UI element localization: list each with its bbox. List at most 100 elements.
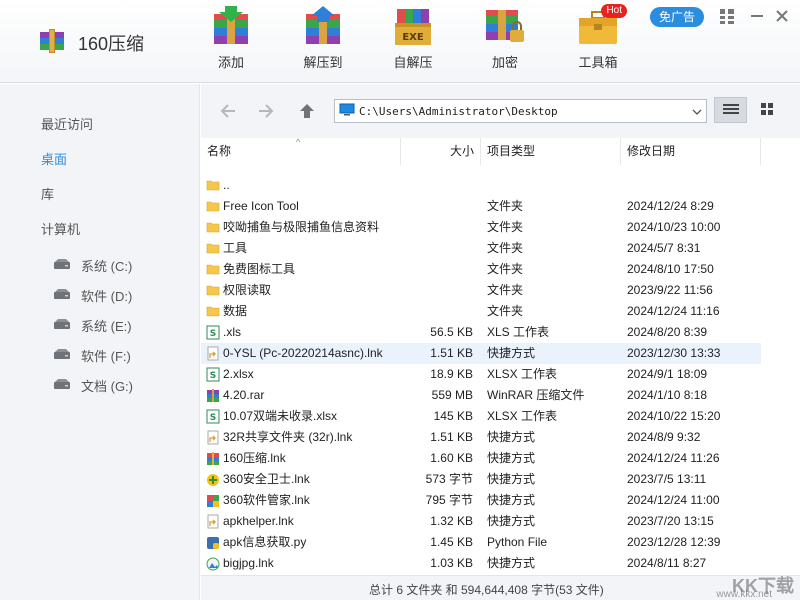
grid-view-button[interactable] [750, 97, 783, 123]
add-button[interactable]: 添加 [196, 6, 266, 71]
svg-text:S: S [210, 371, 216, 381]
drive-g[interactable]: 文档 (G:) [53, 376, 133, 395]
table-row[interactable]: 免费图标工具 文件夹 2024/8/10 17:50 [201, 259, 761, 280]
self-extract-exe-icon: EXE [378, 6, 448, 46]
file-date: 2024/8/11 8:27 [627, 556, 707, 570]
file-size: 573 字节 [425, 472, 473, 486]
file-date: 2023/7/5 13:11 [627, 472, 707, 486]
encrypt-button[interactable]: 加密 [470, 6, 540, 71]
file-date: 2024/12/24 11:26 [627, 451, 720, 465]
table-row[interactable]: apkhelper.lnk 1.32 KB 快捷方式 2023/7/20 13:15 [201, 511, 761, 532]
sidebar-item-desktop[interactable]: 桌面 [41, 149, 67, 168]
table-row[interactable]: 360软件管家.lnk 795 字节 快捷方式 2024/12/24 11:00 [201, 490, 761, 511]
file-type: Python File [487, 535, 548, 549]
table-row[interactable]: 权限读取 文件夹 2023/9/22 11:56 [201, 280, 761, 301]
drive-e[interactable]: 系统 (E:) [53, 316, 132, 335]
column-header-name[interactable]: 名称 ^ [201, 138, 401, 165]
extract-to-icon [288, 6, 358, 46]
file-date: 2024/5/7 8:31 [627, 241, 701, 255]
list-view-button[interactable] [714, 97, 747, 123]
app-title: 160压缩 [78, 33, 145, 54]
minimize-icon[interactable] [747, 6, 767, 26]
file-size: 1.45 KB [430, 535, 473, 549]
sidebar-item-computer[interactable]: 计算机 [41, 219, 80, 238]
drive-c[interactable]: 系统 (C:) [53, 256, 132, 275]
file-type: XLSX 工作表 [487, 367, 558, 381]
file-date: 2024/1/10 8:18 [627, 388, 708, 402]
table-row[interactable]: 0-YSL (Pc-20220214asnc).lnk 1.51 KB 快捷方式 20… [201, 343, 761, 364]
folder-icon [206, 262, 220, 277]
remove-ads-button[interactable]: 免广告 [650, 7, 704, 27]
file-type: 文件夹 [487, 241, 524, 255]
vertical-scrollbar[interactable] [761, 138, 800, 575]
hard-drive-icon [53, 318, 71, 333]
self-extract-button[interactable]: EXE 自解压 [378, 6, 448, 71]
table-row[interactable]: 360安全卫士.lnk 573 字节 快捷方式 2023/7/5 13:11 [201, 469, 761, 490]
software-manager-icon [206, 493, 220, 508]
file-date: 2024/10/23 10:00 [627, 220, 721, 234]
file-name: bigjpg.lnk [223, 556, 274, 570]
app-logo-icon [38, 28, 66, 57]
column-header-date[interactable]: 修改日期 [621, 138, 761, 165]
file-size: 18.9 KB [430, 367, 473, 381]
file-name: Free Icon Tool [223, 199, 299, 213]
table-row[interactable]: 数据 文件夹 2024/12/24 11:16 [201, 301, 761, 322]
file-name: 4.20.rar [223, 388, 265, 402]
chevron-down-icon[interactable] [688, 104, 706, 118]
file-date: 2024/8/20 8:39 [627, 325, 708, 339]
spreadsheet-icon: S [206, 409, 220, 424]
table-row[interactable]: apk信息获取.py 1.45 KB Python File 2023/12/28 1… [201, 532, 761, 553]
menu-grid-icon[interactable] [717, 6, 737, 26]
shortcut-icon [206, 514, 220, 529]
app-160-icon [206, 451, 220, 466]
folder-icon [206, 199, 220, 214]
drive-label: 软件 (F:) [81, 349, 131, 364]
table-row[interactable]: S 2.xlsx 18.9 KB XLSX 工作表 2024/9/1 18:09 [201, 364, 761, 385]
file-name: 360安全卫士.lnk [223, 472, 310, 486]
file-type: XLS 工作表 [487, 325, 550, 339]
file-name: 32R共享文件夹 (32r).lnk [223, 430, 353, 444]
table-row[interactable]: Free Icon Tool 文件夹 2024/12/24 8:29 [201, 196, 761, 217]
file-type: 文件夹 [487, 283, 524, 297]
close-icon[interactable] [772, 6, 792, 26]
toolbox-button[interactable]: Hot 工具箱 [563, 4, 633, 71]
table-row[interactable]: S .xls 56.5 KB XLS 工作表 2024/8/20 8:39 [201, 322, 761, 343]
table-row[interactable]: 32R共享文件夹 (32r).lnk 1.51 KB 快捷方式 2024/8/9 9:… [201, 427, 761, 448]
table-row[interactable]: 4.20.rar 559 MB WinRAR 压缩文件 2024/1/10 8:18 [201, 385, 761, 406]
file-type: 文件夹 [487, 304, 524, 318]
file-name: 360软件管家.lnk [223, 493, 310, 507]
address-bar[interactable]: C:\Users\Administrator\Desktop [334, 99, 707, 123]
file-name: apk信息获取.py [223, 535, 307, 549]
file-date: 2023/12/28 12:39 [627, 535, 721, 549]
grid-view-icon [760, 102, 773, 118]
encrypt-label: 加密 [491, 55, 518, 70]
address-path[interactable]: C:\Users\Administrator\Desktop [359, 105, 688, 118]
file-name: 2.xlsx [223, 367, 254, 381]
column-header-size[interactable]: 大小 [401, 138, 481, 165]
file-type: 快捷方式 [487, 430, 536, 444]
up-level-icon[interactable] [298, 102, 316, 120]
top-toolbar: 160压缩 添加 解压到 EXE 自解压 加密 Hot 工具箱 免广告 [0, 0, 800, 83]
table-row[interactable]: 工具 文件夹 2024/5/7 8:31 [201, 238, 761, 259]
file-name: 数据 [223, 304, 248, 318]
column-header-type[interactable]: 项目类型 [481, 138, 621, 165]
table-row[interactable]: S 10.07双端未收录.xlsx 145 KB XLSX 工作表 2024/10/22… [201, 406, 761, 427]
sidebar-item-recent[interactable]: 最近访问 [41, 114, 93, 133]
table-row[interactable]: 咬呦捕鱼与极限捕鱼信息资料 文件夹 2024/10/23 10:00 [201, 217, 761, 238]
back-arrow-icon[interactable] [219, 102, 237, 120]
sidebar-item-library[interactable]: 库 [41, 184, 54, 203]
svg-text:EXE: EXE [402, 32, 424, 43]
extract-to-button[interactable]: 解压到 [288, 6, 358, 71]
add-archive-icon [196, 6, 266, 46]
file-size: 795 字节 [425, 493, 473, 507]
drive-f[interactable]: 软件 (F:) [53, 346, 131, 365]
table-row[interactable]: .. [201, 175, 761, 196]
table-row[interactable]: 160压缩.lnk 1.60 KB 快捷方式 2024/12/24 11:26 [201, 448, 761, 469]
forward-arrow-icon[interactable] [257, 102, 275, 120]
table-row[interactable]: bigjpg.lnk 1.03 KB 快捷方式 2024/8/11 8:27 [201, 553, 761, 574]
svg-text:S: S [210, 413, 216, 423]
drive-label: 系统 (E:) [81, 319, 132, 334]
drive-d[interactable]: 软件 (D:) [53, 286, 132, 305]
file-name: 10.07双端未收录.xlsx [223, 409, 338, 423]
sort-ascending-icon: ^ [296, 138, 301, 147]
